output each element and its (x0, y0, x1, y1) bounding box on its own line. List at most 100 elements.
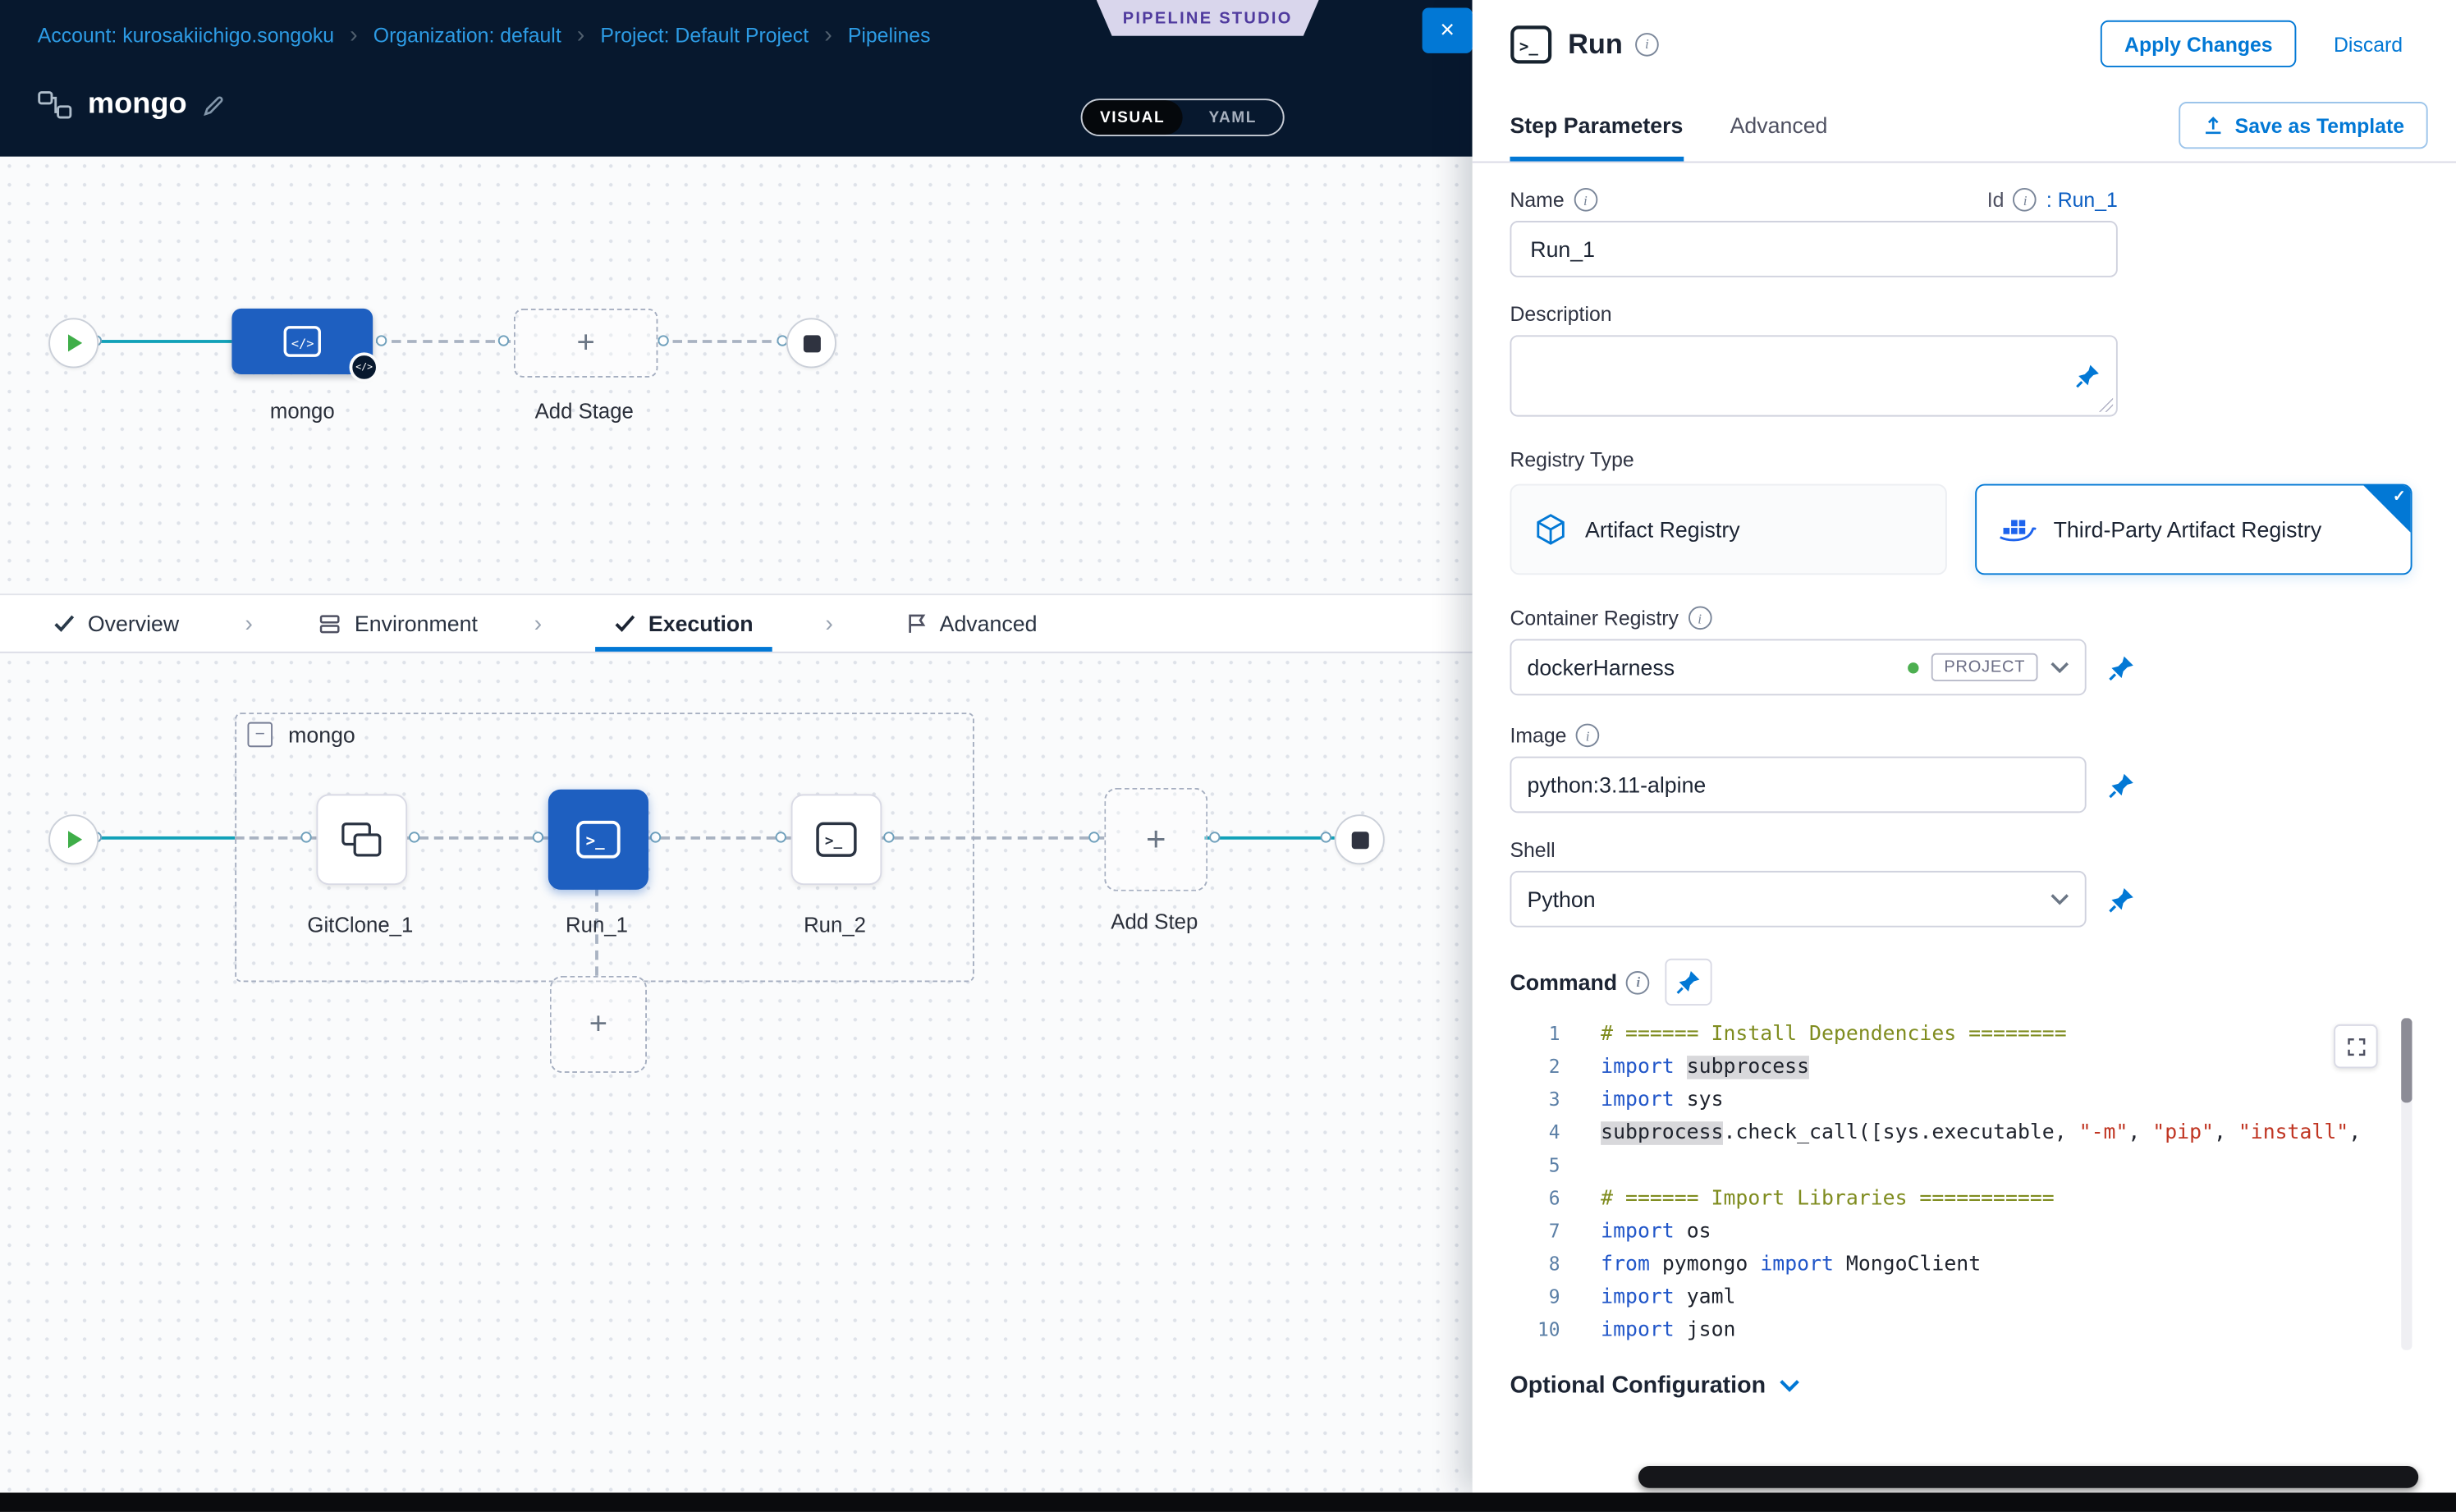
line-number: 10 (1510, 1314, 1572, 1347)
add-stage-label: Add Stage (514, 400, 655, 424)
step-node-gitclone-1[interactable] (316, 794, 407, 885)
collapse-group-button[interactable]: − (247, 722, 273, 748)
breadcrumb-account[interactable]: Account: kurosakiichigo.songoku (38, 23, 334, 47)
step-config-panel: × >_ Run i Apply Changes Discard Step Pa… (1473, 0, 2456, 1492)
info-icon[interactable]: i (2014, 188, 2037, 212)
tab-step-parameters[interactable]: Step Parameters (1510, 88, 1683, 162)
plus-icon: + (577, 325, 595, 361)
editor-scrollbar-thumb[interactable] (2401, 1018, 2412, 1102)
pipeline-studio-app: Account: kurosakiichigo.songoku › Organi… (0, 0, 2456, 1511)
panel-header: >_ Run i Apply Changes Discard (1473, 0, 2456, 88)
name-label: Name i (1510, 188, 1597, 212)
registry-option-label: Artifact Registry (1585, 517, 1740, 543)
add-stage-button[interactable]: + (514, 309, 658, 378)
step-label: GitClone_1 (285, 913, 435, 937)
code-text: # ====== Install Dependencies ======== (1573, 1018, 2412, 1051)
bottom-bar (0, 1492, 2456, 1511)
info-icon[interactable]: i (1688, 606, 1711, 630)
close-panel-button[interactable]: × (1423, 8, 1473, 53)
tab-overview[interactable]: Overview (47, 595, 186, 652)
step-id: Id i : Run_1 (1987, 188, 2118, 212)
registry-option-label: Third-Party Artifact Registry (2054, 517, 2322, 543)
code-line: 2import subprocess (1510, 1051, 2412, 1084)
connector-dot (409, 832, 419, 842)
studio-area: Account: kurosakiichigo.songoku › Organi… (0, 0, 1473, 1511)
id-value: : Run_1 (2046, 188, 2118, 212)
connector-dot (533, 832, 543, 842)
image-field[interactable]: python:3.11-alpine (1510, 757, 2086, 813)
shell-label: Shell (1510, 838, 2412, 862)
tab-advanced[interactable]: Advanced (1730, 88, 1828, 162)
advanced-icon (905, 612, 928, 635)
info-icon[interactable]: i (1627, 970, 1651, 994)
breadcrumb-pipelines[interactable]: Pipelines (848, 23, 931, 47)
info-icon[interactable]: i (1574, 188, 1597, 212)
breadcrumb-project[interactable]: Project: Default Project (600, 23, 809, 47)
panel-tabs: Step Parameters Advanced Save as Templat… (1473, 88, 2456, 163)
stage-canvas: </> </> mongo + Add Stage (0, 157, 1473, 593)
registry-option-artifact[interactable]: Artifact Registry (1510, 484, 1946, 575)
run-step-icon: >_ (1510, 25, 1552, 64)
description-input[interactable] (1511, 337, 2116, 415)
pin-icon[interactable] (1666, 959, 1712, 1006)
pin-icon[interactable] (2108, 772, 2134, 798)
check-icon: ✓ (2393, 488, 2406, 506)
add-step-button[interactable]: + (1104, 788, 1207, 891)
execution-end-node (1335, 814, 1385, 864)
line-number: 7 (1510, 1216, 1572, 1249)
tab-advanced[interactable]: Advanced (899, 595, 1043, 652)
breadcrumb-organization[interactable]: Organization: default (373, 23, 561, 47)
resize-handle[interactable] (2099, 398, 2113, 412)
registry-option-third-party[interactable]: Third-Party Artifact Registry ✓ (1975, 484, 2412, 575)
terminal-icon: >_ (575, 819, 621, 860)
tab-execution[interactable]: Execution (607, 595, 759, 652)
edit-pencil-icon[interactable] (203, 94, 227, 117)
info-icon[interactable]: i (1635, 32, 1659, 56)
add-parallel-step-button[interactable]: + (550, 976, 647, 1073)
horizontal-scrollbar-thumb[interactable] (1638, 1466, 2418, 1488)
shell-select[interactable]: Python (1510, 871, 2086, 928)
chevron-right-icon: › (534, 610, 543, 636)
step-label: Run_2 (759, 913, 910, 937)
optional-configuration-toggle[interactable]: Optional Configuration (1510, 1372, 2412, 1399)
line-number: 6 (1510, 1183, 1572, 1216)
pin-icon[interactable] (2108, 654, 2134, 680)
code-line: 5 (1510, 1150, 2412, 1183)
chevron-down-icon (1780, 1378, 1800, 1392)
execution-canvas: − mongo G (0, 653, 1473, 1493)
discard-button[interactable]: Discard (2325, 30, 2412, 57)
connector-dot (498, 335, 509, 346)
visual-toggle[interactable]: VISUAL (1083, 100, 1183, 135)
yaml-toggle[interactable]: YAML (1183, 100, 1283, 135)
stage-label: mongo (231, 400, 373, 424)
save-as-template-button[interactable]: Save as Template (2179, 102, 2428, 149)
svg-text:>_: >_ (586, 832, 605, 850)
code-line: 6# ====== Import Libraries =========== (1510, 1183, 2412, 1216)
environment-icon (318, 613, 342, 634)
pipeline-icon (38, 91, 72, 119)
code-text: import json (1573, 1314, 2412, 1347)
info-icon[interactable]: i (1576, 724, 1600, 748)
editor-scrollbar[interactable] (2401, 1018, 2412, 1350)
command-editor[interactable]: 1# ====== Install Dependencies ========2… (1510, 1018, 2412, 1350)
svg-text:>_: >_ (825, 833, 843, 850)
add-step-label: Add Step (1092, 910, 1217, 934)
breadcrumb: Account: kurosakiichigo.songoku › Organi… (38, 0, 931, 69)
apply-changes-button[interactable]: Apply Changes (2101, 21, 2296, 67)
svg-text:>_: >_ (1519, 37, 1538, 55)
pin-icon[interactable] (2108, 886, 2134, 912)
description-label: Description (1510, 302, 2412, 326)
pin-icon[interactable] (2075, 364, 2101, 389)
step-node-run-1[interactable]: >_ (548, 790, 648, 890)
command-row: Command i (1510, 959, 2412, 1006)
connector-dot (1321, 832, 1331, 842)
name-input[interactable] (1510, 221, 2117, 277)
chevron-right-icon: › (350, 21, 358, 48)
save-as-template-label: Save as Template (2235, 113, 2404, 137)
expand-editor-button[interactable] (2334, 1024, 2377, 1068)
connector-dot (776, 832, 786, 842)
step-node-run-2[interactable]: >_ (791, 794, 882, 885)
stage-node-mongo[interactable]: </> </> (231, 309, 373, 374)
tab-environment[interactable]: Environment (312, 595, 483, 652)
container-registry-field[interactable]: dockerHarness PROJECT (1510, 639, 2086, 696)
